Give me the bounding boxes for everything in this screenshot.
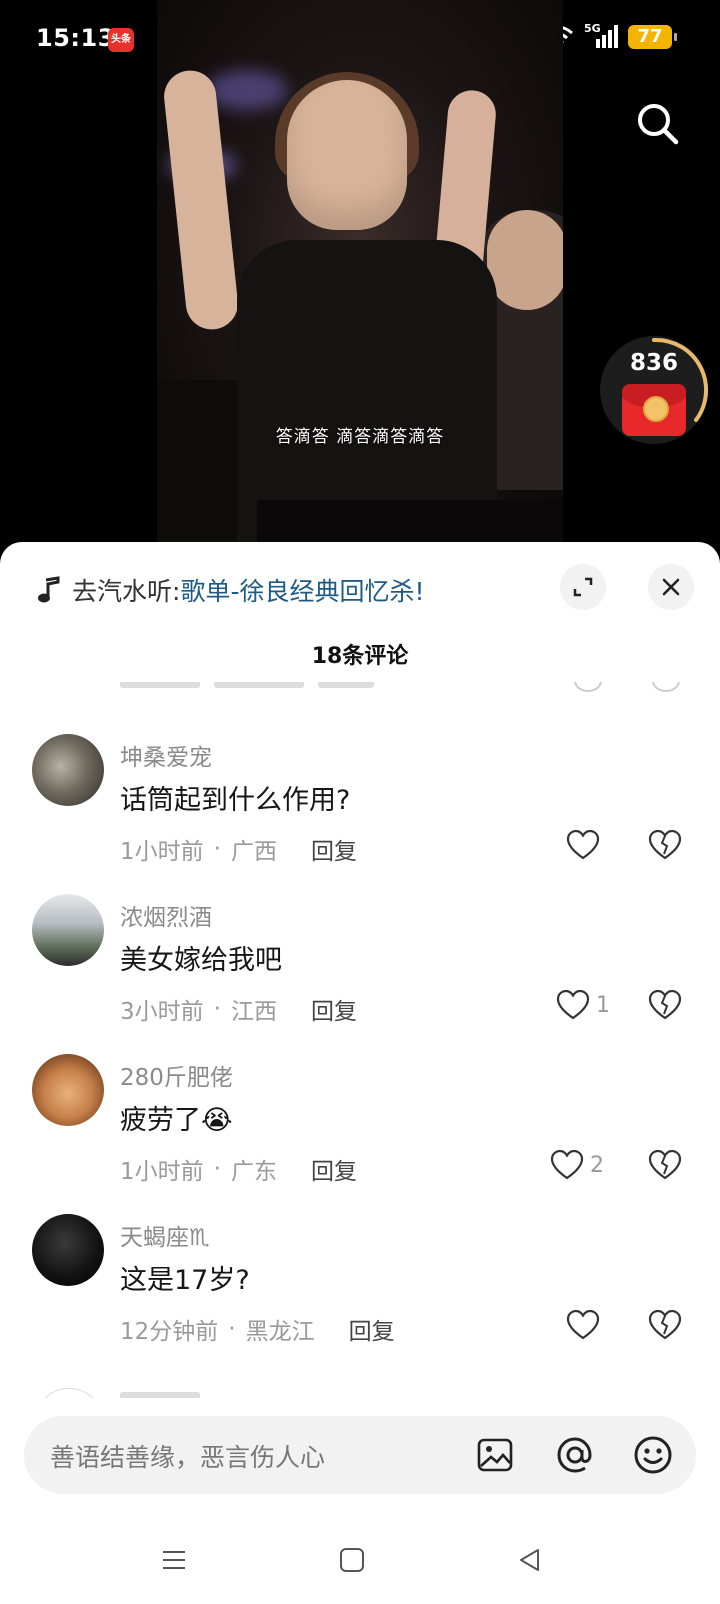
clipped-previous-comment-row [0,682,720,694]
smiley-icon [634,1436,672,1474]
comment-text: 美女嫁给我吧 [120,945,282,976]
comment-author[interactable]: 浓烟烈酒 [120,898,212,932]
like-count: 1 [596,992,610,1018]
comment-text: 话筒起到什么作用? [120,785,351,816]
battery-indicator: 77 [628,25,677,49]
comment-author[interactable]: 280斤肥佬 [120,1058,233,1092]
broken-heart-icon [648,989,682,1020]
avatar[interactable] [32,734,104,806]
nav-back-button[interactable] [516,1546,544,1574]
comment-meta: 1小时前 · 广东 回复 [120,1152,357,1186]
comment-location: 广西 [230,839,277,865]
avatar[interactable] [32,1054,104,1126]
expand-button[interactable] [560,564,606,610]
heart-icon [550,1150,584,1180]
comment-time: 1小时前 [120,839,204,865]
like-button[interactable]: 2 [550,1150,604,1180]
dislike-button[interactable] [648,1149,682,1184]
reply-button[interactable]: 回复 [311,1152,357,1186]
like-button[interactable] [566,830,606,860]
comment-meta: 3小时前 · 江西 回复 [120,992,357,1026]
music-promo-link[interactable]: 去汽水听: 歌单-徐良经典回忆杀! [36,570,424,610]
comment-time: 12分钟前 [120,1319,219,1345]
comment-item: 天蝎座♏ 这是17岁? 12分钟前 · 黑龙江 回复 [0,1214,720,1374]
comment-location: 广东 [230,1159,277,1185]
comment-time: 1小时前 [120,1159,204,1185]
close-icon [662,578,680,596]
promo-label: 去汽水听: [72,577,181,606]
avatar[interactable] [32,894,104,966]
comment-meta: 12分钟前 · 黑龙江 回复 [120,1312,395,1346]
comment-item: 浓烟烈酒 美女嫁给我吧 3小时前 · 江西 回复 1 [0,894,720,1054]
music-note-icon [38,576,60,603]
comment-item: 280斤肥佬 疲劳了😭 1小时前 · 广东 回复 2 [0,1054,720,1214]
comment-author[interactable]: 天蝎座♏ [120,1218,210,1252]
comment-location: 黑龙江 [245,1319,315,1345]
dislike-button[interactable] [648,1309,682,1344]
comment-input[interactable]: 善语结善缘，恶言伤人心 [24,1416,696,1494]
comment-time: 3小时前 [120,999,204,1025]
close-button[interactable] [648,564,694,610]
at-icon [557,1437,592,1473]
menu-icon [163,1551,185,1569]
expand-icon [573,577,593,597]
nav-home-button[interactable] [338,1546,366,1574]
toutiao-app-icon: 头条 [108,28,134,52]
clipped-next-comment-row [0,1388,720,1398]
dislike-button[interactable] [648,989,682,1024]
broken-heart-icon [648,1149,682,1180]
search-icon [638,104,679,145]
heart-icon [566,1310,600,1340]
image-icon [477,1438,513,1472]
video-player[interactable]: 答滴答 滴答滴答滴答 [157,0,563,542]
mention-button[interactable] [554,1434,596,1476]
reply-button[interactable]: 回复 [349,1312,395,1346]
heart-icon [566,830,600,860]
video-subtitle: 答滴答 滴答滴答滴答 [275,427,445,447]
like-button[interactable]: 1 [556,990,610,1020]
broken-heart-icon [648,1309,682,1340]
status-time: 15:13 [36,24,115,52]
emoji-button[interactable] [632,1434,674,1476]
comment-item: 坤桑爱宠 话筒起到什么作用? 1小时前 · 广西 回复 [0,734,720,894]
dislike-button[interactable] [648,829,682,864]
comment-text: 这是17岁? [120,1265,250,1296]
red-packet-count: 836 [629,350,678,376]
image-button[interactable] [476,1436,514,1474]
red-envelope-icon [622,384,686,436]
comment-input-placeholder: 善语结善缘，恶言伤人心 [50,1443,326,1472]
comment-author[interactable]: 坤桑爱宠 [120,738,212,772]
promo-playlist-link[interactable]: 歌单-徐良经典回忆杀! [180,572,424,608]
reply-button[interactable]: 回复 [311,832,357,866]
avatar[interactable] [32,1214,104,1286]
system-navigation-bar [0,1520,720,1604]
comment-location: 江西 [230,999,277,1025]
comment-meta: 1小时前 · 广西 回复 [120,832,357,866]
like-count: 2 [590,1152,604,1178]
cellular-signal-icon: 5G [584,22,618,50]
heart-icon [556,990,590,1020]
broken-heart-icon [648,829,682,860]
nav-menu-button[interactable] [160,1546,188,1574]
home-square-icon [340,1548,364,1572]
search-button[interactable] [634,100,682,148]
like-button[interactable] [566,1310,606,1340]
back-triangle-icon [520,1549,539,1571]
reply-button[interactable]: 回复 [311,992,357,1026]
red-packet-widget[interactable]: 836 [600,336,712,448]
comment-text: 疲劳了😭 [120,1105,233,1136]
comments-count-title: 18条评论 [311,644,409,669]
